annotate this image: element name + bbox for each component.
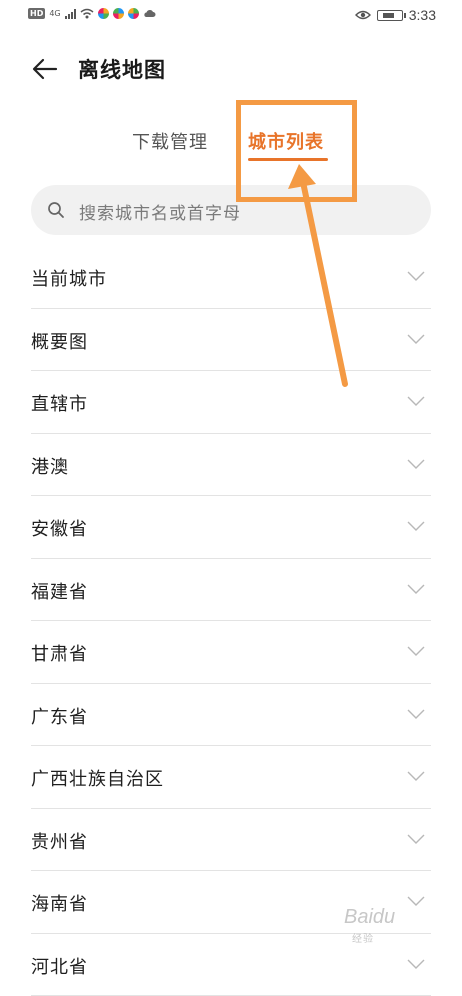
city-list-item-label: 甘肃省: [31, 640, 88, 666]
baidu-watermark: Baidu 经验: [344, 906, 436, 946]
eye-icon: [355, 10, 371, 20]
city-list-item[interactable]: 贵州省: [31, 809, 431, 872]
city-list-item[interactable]: 安徽省: [31, 496, 431, 559]
city-list-item[interactable]: 当前城市: [31, 246, 431, 309]
chevron-down-icon[interactable]: [407, 958, 425, 970]
app-notification-icon: [98, 8, 109, 19]
app-notification-icon: [113, 8, 124, 19]
tab-bar: 下载管理 城市列表: [0, 120, 462, 170]
annotation-highlight-box: [236, 100, 357, 202]
chevron-down-icon[interactable]: [407, 833, 425, 845]
network-type: 4G: [49, 9, 60, 18]
status-icons-left: HD 4G: [28, 8, 156, 19]
watermark-brand: Baidu: [344, 906, 395, 929]
city-list: 当前城市概要图直辖市港澳安徽省福建省甘肃省广东省广西壮族自治区贵州省海南省河北省: [0, 246, 462, 996]
city-list-item[interactable]: 直辖市: [31, 371, 431, 434]
watermark-sub: 经验: [352, 930, 374, 945]
city-list-item-label: 海南省: [31, 890, 88, 916]
chevron-down-icon[interactable]: [407, 458, 425, 470]
city-list-item-label: 当前城市: [31, 265, 107, 291]
page-title: 离线地图: [78, 54, 166, 84]
wifi-icon: [80, 8, 94, 19]
city-list-item[interactable]: 概要图: [31, 309, 431, 372]
search-input[interactable]: 搜索城市名或首字母: [31, 185, 431, 235]
search-icon: [47, 201, 65, 219]
city-list-item-label: 安徽省: [31, 515, 88, 541]
city-list-item[interactable]: 港澳: [31, 434, 431, 497]
chevron-down-icon[interactable]: [407, 333, 425, 345]
battery-icon: [377, 10, 403, 21]
hd-badge: HD: [28, 8, 45, 19]
city-list-item-label: 广东省: [31, 703, 88, 729]
status-icons-right: 3:33: [355, 7, 436, 23]
clock: 3:33: [409, 7, 436, 23]
city-list-item-label: 港澳: [31, 453, 69, 479]
tab-download-management[interactable]: 下载管理: [132, 128, 208, 154]
city-list-item[interactable]: 广西壮族自治区: [31, 746, 431, 809]
search-placeholder: 搜索城市名或首字母: [79, 199, 241, 224]
status-bar: HD 4G 3:33: [0, 0, 462, 30]
cloud-icon: [143, 9, 156, 18]
back-arrow-icon[interactable]: [30, 54, 60, 84]
chevron-down-icon[interactable]: [407, 520, 425, 532]
chevron-down-icon[interactable]: [407, 645, 425, 657]
app-header: 离线地图: [0, 48, 462, 92]
city-list-item[interactable]: 福建省: [31, 559, 431, 622]
chevron-down-icon[interactable]: [407, 583, 425, 595]
city-list-item[interactable]: 甘肃省: [31, 621, 431, 684]
chevron-down-icon[interactable]: [407, 708, 425, 720]
city-list-item-label: 福建省: [31, 578, 88, 604]
chevron-down-icon[interactable]: [407, 270, 425, 282]
city-list-item-label: 广西壮族自治区: [31, 765, 164, 791]
city-list-item-label: 直辖市: [31, 390, 88, 416]
city-list-item-label: 河北省: [31, 953, 88, 979]
city-list-item-label: 概要图: [31, 328, 88, 354]
city-list-item[interactable]: 广东省: [31, 684, 431, 747]
city-list-item-label: 贵州省: [31, 828, 88, 854]
chevron-down-icon[interactable]: [407, 395, 425, 407]
chevron-down-icon[interactable]: [407, 770, 425, 782]
cell-signal-icon: [65, 8, 76, 19]
app-notification-icon: [128, 8, 139, 19]
